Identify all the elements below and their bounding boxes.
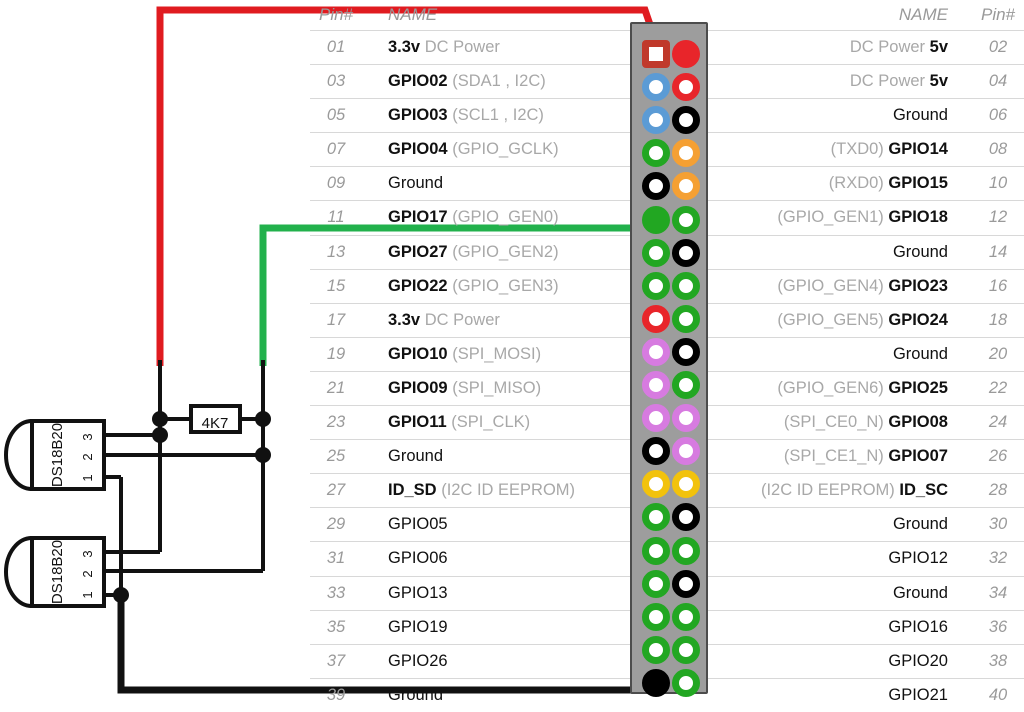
sensor-top-pin-3: 3 [80, 433, 95, 440]
socket-pin-01 [642, 40, 670, 68]
wire-data-green [259, 212, 653, 366]
socket-pin-09 [642, 172, 670, 201]
socket-pin-39 [642, 668, 670, 697]
socket-pin-35 [642, 602, 670, 631]
socket-pin-15 [642, 271, 670, 300]
socket-pin-13 [642, 238, 670, 267]
socket-pin-14 [672, 238, 700, 267]
socket-pin-10 [672, 172, 700, 201]
sensor-bottom-pin-1: 1 [80, 591, 95, 598]
wire-ground-black [117, 595, 653, 694]
socket-pin-07 [642, 139, 670, 168]
socket-pin-40 [672, 668, 700, 697]
socket-pin-18 [672, 304, 700, 333]
socket-pin-16 [672, 271, 700, 300]
socket-pin-33 [642, 569, 670, 598]
socket-pin-20 [672, 337, 700, 366]
socket-pin-38 [672, 635, 700, 664]
gpio-header-connector [630, 22, 708, 697]
gpio-wiring-diagram: 4K7 DS18B20 3 2 1 DS18B20 3 2 1 Pin# NAM… [0, 0, 1024, 708]
socket-pin-04 [672, 73, 700, 102]
socket-pin-24 [672, 404, 700, 433]
junction-dots [113, 411, 271, 603]
socket-pin-27 [642, 470, 670, 499]
socket-pin-36 [672, 602, 700, 631]
schematic-nets [104, 360, 265, 597]
wiring-schematic: 4K7 DS18B20 3 2 1 DS18B20 3 2 1 [4, 6, 661, 694]
socket-pin-30 [672, 503, 700, 532]
socket-pin-32 [672, 536, 700, 565]
sensor-top-label: DS18B20 [49, 423, 66, 487]
sensor-bottom-label: DS18B20 [49, 540, 66, 604]
sensor-top-pin-1: 1 [80, 474, 95, 481]
wire-3v3-red [156, 6, 661, 366]
socket-pin-25 [642, 437, 670, 466]
socket-pin-37 [642, 635, 670, 664]
sensor-bottom-pin-3: 3 [80, 550, 95, 557]
socket-pin-28 [672, 470, 700, 499]
socket-pin-03 [642, 73, 670, 102]
socket-pin-34 [672, 569, 700, 598]
sensor-top-pin-2: 2 [80, 453, 95, 460]
socket-pin-22 [672, 371, 700, 399]
socket-pin-02 [672, 40, 700, 68]
sensor-bottom-pin-2: 2 [80, 570, 95, 577]
socket-pin-08 [672, 139, 700, 168]
resistor-label: 4K7 [202, 415, 229, 432]
socket-pin-05 [642, 106, 670, 135]
socket-pin-23 [642, 404, 670, 433]
socket-pin-29 [642, 503, 670, 532]
socket-pin-06 [672, 106, 700, 135]
socket-pin-19 [642, 337, 670, 366]
socket-pin-11 [642, 205, 670, 234]
socket-pin-26 [672, 437, 700, 466]
socket-pin-17 [642, 304, 670, 333]
socket-pin-31 [642, 536, 670, 565]
socket-pin-21 [642, 371, 670, 399]
socket-pin-12 [672, 205, 700, 234]
